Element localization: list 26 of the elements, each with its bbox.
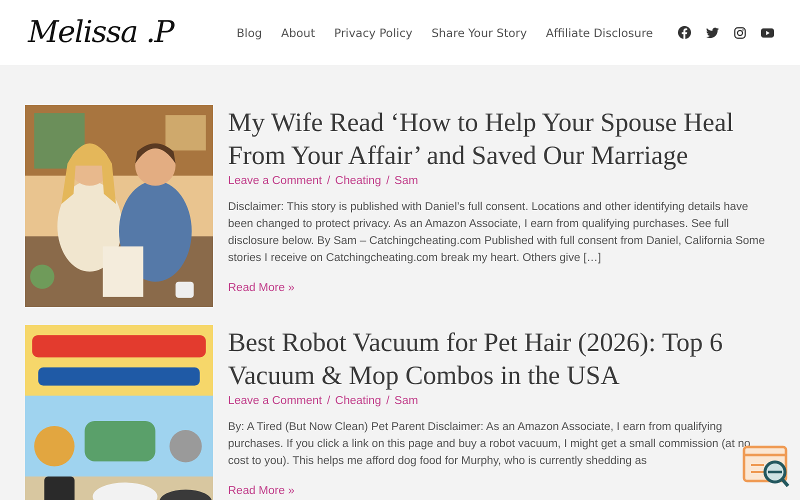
bird-icon[interactable] [706, 26, 719, 38]
meta-link[interactable]: Sam [394, 395, 418, 407]
site-logo[interactable]: Melissa .P [28, 15, 174, 50]
play-icon[interactable] [761, 28, 774, 38]
meta-separator: / [326, 395, 330, 407]
meta-separator: / [386, 395, 390, 407]
post-excerpt: Disclaimer: This story is published with Daniel’s full consent. Locations and other identifying details have been changed to protect privacy. As an Amazon Associate, I earn from qualifying purchases. See full disclosure below. By Sam – Catchingcheating.com Published with full consent from Daniel, California Some stories I receive on Catchingcheating.com break my heart. Others give […] [228, 200, 766, 266]
read-more-link[interactable]: Read More » [228, 485, 294, 497]
nav-link[interactable]: Blog [236, 26, 262, 40]
post-title[interactable]: Best Robot Vacuum for Pet Hair (2026): Top 6 Vacuum & Mop Combos in the USA [228, 326, 770, 392]
facebook-icon[interactable] [678, 26, 691, 39]
meta-link[interactable]: Sam [394, 175, 418, 187]
search-document-icon[interactable] [742, 445, 792, 489]
camera-icon[interactable] [734, 26, 746, 38]
nav-link[interactable]: Affiliate Disclosure [546, 26, 653, 40]
nav-link[interactable]: Privacy Policy [334, 26, 412, 40]
nav-link[interactable]: Share Your Story [431, 26, 527, 40]
read-more-link[interactable]: Read More » [228, 282, 294, 294]
post-title[interactable]: My Wife Read ‘How to Help Your Spouse Heal From Your Affair’ and Saved Our Marriage [228, 106, 770, 172]
meta-separator: / [386, 175, 390, 187]
meta-link[interactable]: Leave a Comment [228, 175, 322, 187]
meta-link[interactable]: Leave a Comment [228, 395, 322, 407]
meta-link[interactable]: Cheating [335, 395, 382, 407]
nav-link[interactable]: About [281, 26, 316, 40]
meta-link[interactable]: Cheating [335, 175, 382, 187]
meta-separator: / [326, 175, 330, 187]
